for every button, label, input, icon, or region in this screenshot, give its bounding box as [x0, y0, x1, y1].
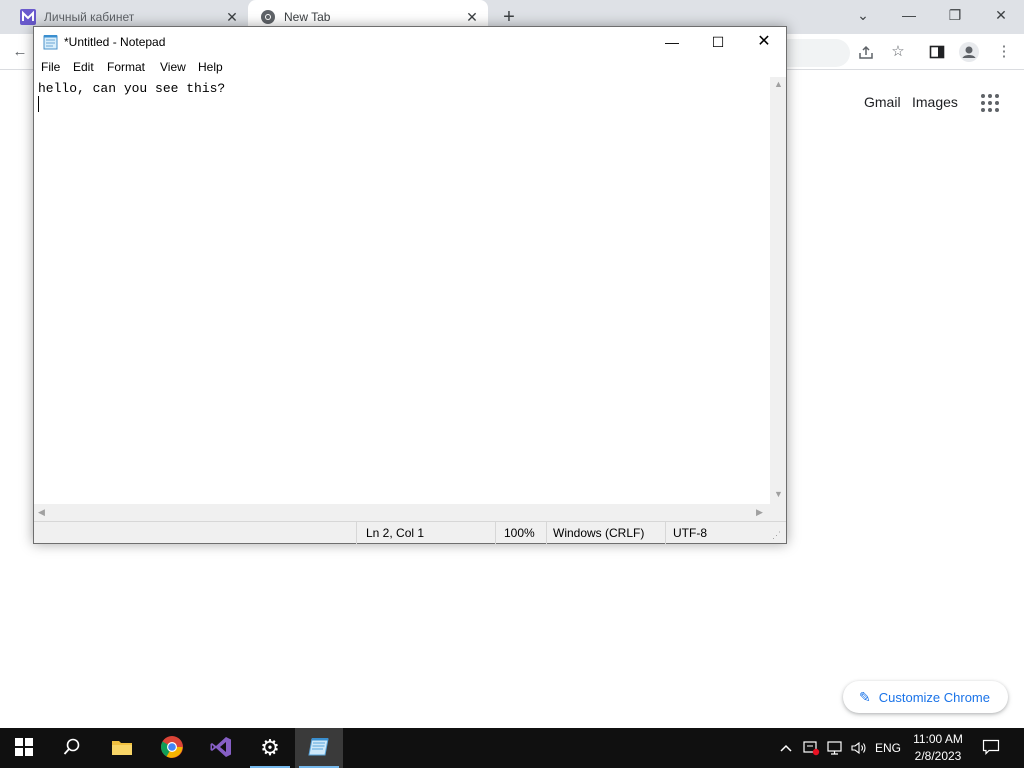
- clock-date: 2/8/2023: [914, 749, 962, 763]
- cursor-position: Ln 2, Col 1: [366, 526, 425, 540]
- new-tab-button[interactable]: +: [498, 6, 520, 28]
- show-hidden-icons-chevron-icon[interactable]: [776, 728, 796, 768]
- menu-view[interactable]: View: [160, 60, 186, 74]
- resize-grip-icon[interactable]: ⋰: [772, 530, 781, 541]
- images-link[interactable]: Images: [912, 94, 958, 110]
- taskbar-search-button[interactable]: [48, 728, 96, 768]
- status-divider: [495, 522, 496, 544]
- notepad-close-button[interactable]: ✕: [741, 27, 787, 57]
- visual-studio-icon: [209, 735, 233, 762]
- network-icon[interactable]: [824, 728, 846, 768]
- line-ending: Windows (CRLF): [553, 526, 645, 540]
- menu-file[interactable]: File: [41, 60, 60, 74]
- notepad-title-bar[interactable]: *Untitled - Notepad — ☐ ✕: [34, 27, 786, 57]
- system-clock[interactable]: 11:00 AM 2/8/2023: [906, 731, 970, 765]
- notepad-text-area[interactable]: hello, can you see this?: [34, 77, 770, 504]
- search-icon: [63, 738, 81, 759]
- notepad-minimize-button[interactable]: —: [649, 27, 695, 57]
- file-explorer-icon: [111, 738, 133, 759]
- menu-edit[interactable]: Edit: [73, 60, 94, 74]
- gmail-link[interactable]: Gmail: [864, 94, 901, 110]
- tab-close-icon[interactable]: ✕: [464, 9, 480, 25]
- pencil-icon: ✎: [859, 688, 871, 705]
- chrome-minimize-button[interactable]: —: [886, 0, 932, 30]
- status-divider: [356, 522, 357, 544]
- status-divider: [546, 522, 547, 544]
- bookmark-star-icon[interactable]: ☆: [888, 42, 908, 62]
- scroll-right-icon[interactable]: ▶: [756, 507, 763, 518]
- back-arrow-icon[interactable]: ←: [10, 42, 30, 62]
- scroll-down-icon[interactable]: ▼: [774, 489, 783, 499]
- taskbar-notepad[interactable]: [295, 728, 343, 768]
- chrome-close-button[interactable]: ✕: [978, 0, 1024, 30]
- horizontal-scrollbar[interactable]: ◀ ▶: [34, 504, 770, 521]
- zoom-level: 100%: [504, 526, 535, 540]
- tab-title: New Tab: [284, 10, 331, 24]
- notepad-menu-bar: File Edit Format View Help: [34, 57, 786, 77]
- chrome-favicon-icon: [260, 9, 276, 25]
- side-panel-icon[interactable]: [927, 42, 947, 62]
- taskbar-settings[interactable]: ⚙: [246, 728, 294, 768]
- scroll-left-icon[interactable]: ◀: [38, 507, 45, 518]
- notepad-status-bar: Ln 2, Col 1 100% Windows (CRLF) UTF-8 ⋰: [34, 521, 786, 544]
- vertical-scrollbar[interactable]: ▲ ▼: [770, 77, 786, 504]
- text-caret: [38, 96, 39, 112]
- notepad-app-icon: [43, 34, 60, 50]
- google-apps-grid-icon[interactable]: [981, 94, 999, 112]
- customize-chrome-label: Customize Chrome: [878, 689, 990, 705]
- scrollbar-corner: [770, 504, 786, 521]
- site-favicon-icon: [20, 9, 36, 25]
- clock-time: 11:00 AM: [913, 732, 963, 746]
- settings-gear-icon: ⚙: [260, 735, 280, 760]
- taskbar: ⚙ ENG 11:00 AM 2/8/2023: [0, 728, 1024, 768]
- encoding: UTF-8: [673, 526, 707, 540]
- tab-title: Личный кабинет: [44, 10, 135, 24]
- tab-close-icon[interactable]: ✕: [224, 9, 240, 25]
- windows-start-icon: [15, 737, 33, 759]
- profile-avatar-icon[interactable]: [959, 42, 979, 62]
- taskbar-visual-studio[interactable]: [197, 728, 245, 768]
- chrome-icon: [160, 735, 184, 762]
- tab-search-chevron-icon[interactable]: ⌄: [840, 0, 886, 30]
- security-tray-icon[interactable]: [800, 728, 822, 768]
- notepad-icon: [308, 737, 330, 760]
- notepad-window: *Untitled - Notepad — ☐ ✕ File Edit Form…: [33, 26, 787, 544]
- scroll-up-icon[interactable]: ▲: [774, 79, 783, 89]
- menu-help[interactable]: Help: [198, 60, 223, 74]
- notepad-maximize-button[interactable]: ☐: [695, 27, 741, 57]
- document-text: hello, can you see this?: [38, 81, 226, 96]
- taskbar-file-explorer[interactable]: [98, 728, 146, 768]
- menu-format[interactable]: Format: [107, 60, 145, 74]
- volume-icon[interactable]: [848, 728, 870, 768]
- taskbar-chrome[interactable]: [148, 728, 196, 768]
- start-button[interactable]: [0, 728, 48, 768]
- input-language-indicator[interactable]: ENG: [872, 728, 904, 768]
- action-center-button[interactable]: [976, 728, 1006, 768]
- customize-chrome-button[interactable]: ✎ Customize Chrome: [843, 681, 1008, 713]
- share-icon[interactable]: [856, 42, 876, 62]
- notepad-title: *Untitled - Notepad: [64, 35, 166, 49]
- notifications-icon: [982, 739, 1000, 758]
- status-divider: [665, 522, 666, 544]
- chrome-menu-icon[interactable]: ⋮: [994, 42, 1014, 62]
- chrome-restore-button[interactable]: ❐: [932, 0, 978, 30]
